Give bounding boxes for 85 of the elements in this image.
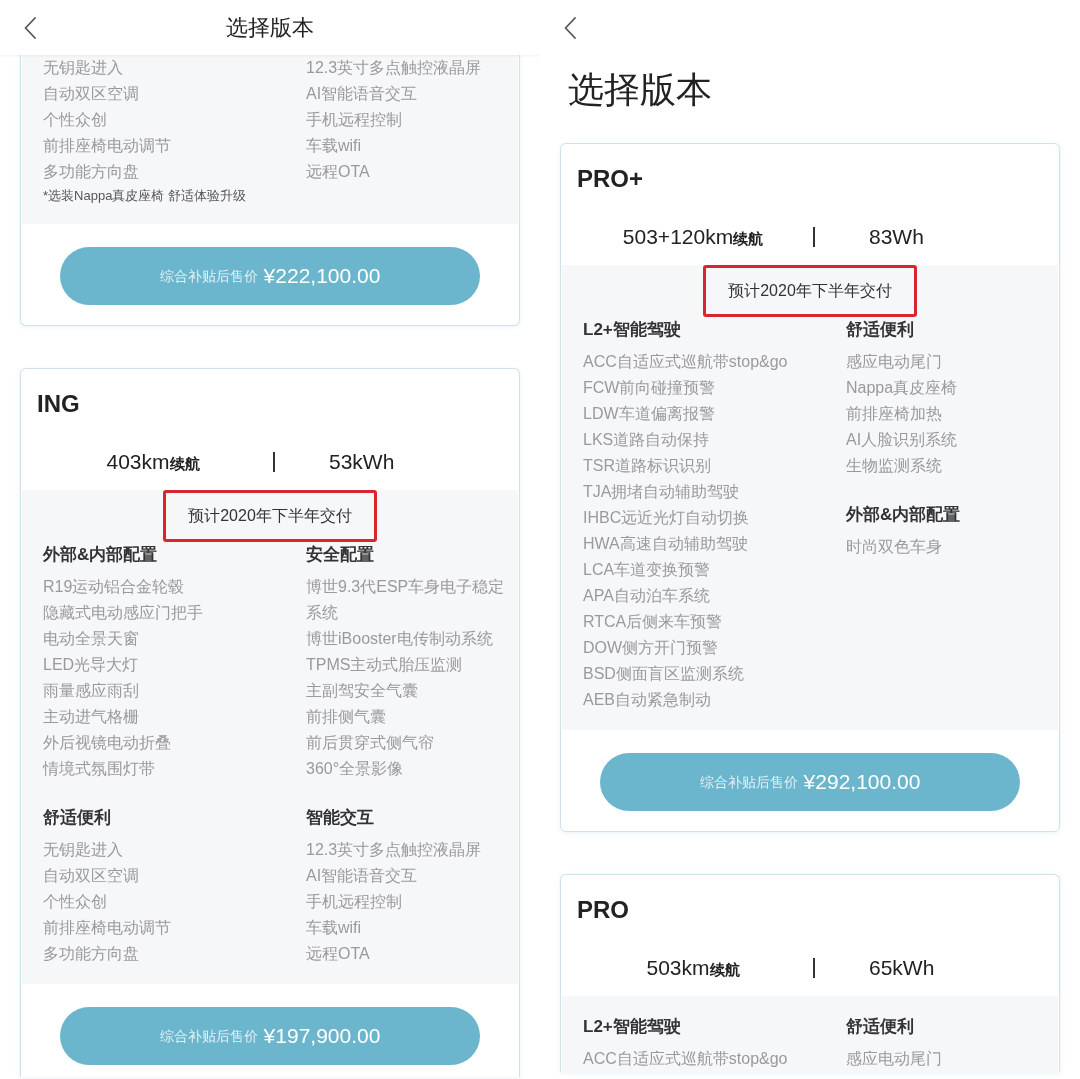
feature-item: 个性众创 <box>43 110 107 130</box>
battery-capacity: 53kWh <box>329 449 395 476</box>
feature-item: 感应电动尾门 <box>846 1049 942 1069</box>
feature-item: 无钥匙进入 <box>43 840 123 860</box>
feature-item: 车载wifi <box>306 918 362 938</box>
feature-item: FCW前向碰撞预警 <box>583 378 716 398</box>
delivery-note: 预计2020年下半年交付 <box>703 265 917 317</box>
feature-item: Nappa真皮座椅 <box>846 378 958 398</box>
feature-item: ACC自适应式巡航带stop&go <box>583 1049 788 1069</box>
feature-item: IHBC远近光灯自动切换 <box>583 508 750 528</box>
section-title: 舒适便利 <box>846 1016 914 1038</box>
section-title: 安全配置 <box>306 544 374 566</box>
feature-item: 多功能方向盘 <box>43 162 139 182</box>
feature-item: 12.3英寸多点触控液晶屏 <box>306 840 482 860</box>
feature-item: 手机远程控制 <box>306 892 402 912</box>
feature-item: 12.3英寸多点触控液晶屏 <box>306 58 482 78</box>
back-icon[interactable] <box>24 16 36 39</box>
feature-item: 前排座椅电动调节 <box>43 918 171 938</box>
version-name: PRO+ <box>577 164 644 194</box>
battery-capacity: 83Wh <box>869 224 924 251</box>
feature-item: 前排座椅电动调节 <box>43 136 171 156</box>
feature-item: 360°全景影像 <box>306 759 404 779</box>
option-note: *选装Nappa真皮座椅 舒适体验升级 <box>43 187 246 205</box>
feature-item: 主副驾安全气囊 <box>306 681 418 701</box>
feature-item: BSD侧面盲区监测系统 <box>583 664 744 684</box>
driving-range: 503+120km续航 <box>622 224 764 251</box>
feature-item: LED光导大灯 <box>43 655 139 675</box>
feature-item: LDW车道偏离报警 <box>583 404 715 424</box>
version-name: PRO <box>577 895 629 925</box>
section-title: L2+智能驾驶 <box>583 319 681 341</box>
feature-item: 多功能方向盘 <box>43 944 139 964</box>
feature-item: 外后视镜电动折叠 <box>43 733 171 753</box>
delivery-note: 预计2020年下半年交付 <box>163 490 377 542</box>
section-title: 舒适便利 <box>43 807 111 829</box>
feature-item: 主动进气格栅 <box>43 707 139 727</box>
driving-range: 503km续航 <box>646 955 740 982</box>
feature-item: 感应电动尾门 <box>846 352 942 372</box>
feature-item: APA自动泊车系统 <box>583 586 710 606</box>
section-title: L2+智能驾驶 <box>583 1016 681 1038</box>
feature-item: 远程OTA <box>306 162 370 182</box>
feature-item: LKS道路自动保持 <box>583 430 710 450</box>
page-title: 选择版本 <box>226 14 314 42</box>
feature-item: RTCA后侧来车预警 <box>583 612 723 632</box>
feature-item: TSR道路标识识别 <box>583 456 711 476</box>
price-button[interactable]: 综合补贴后售价 ¥222,100.00 <box>60 247 480 305</box>
feature-item: TJA拥堵自动辅助驾驶 <box>583 482 740 502</box>
feature-item: 无钥匙进入 <box>43 58 123 78</box>
section-title: 智能交互 <box>306 807 374 829</box>
feature-item: HWA高速自动辅助驾驶 <box>583 534 748 554</box>
feature-item: DOW侧方开门预警 <box>583 638 719 658</box>
feature-item: AI人脸识别系统 <box>846 430 958 450</box>
feature-item: 雨量感应雨刮 <box>43 681 139 701</box>
feature-item: 生物监测系统 <box>846 456 942 476</box>
price-button[interactable]: 综合补贴后售价 ¥197,900.00 <box>60 1007 480 1065</box>
feature-item: AI智能语音交互 <box>306 866 418 886</box>
section-title: 外部&内部配置 <box>846 504 961 526</box>
feature-item: 博世iBooster电传制动系统 <box>306 629 493 649</box>
feature-item: 隐藏式电动感应门把手 <box>43 603 203 623</box>
back-icon[interactable] <box>564 16 576 39</box>
page-title: 选择版本 <box>568 68 712 112</box>
feature-item: 个性众创 <box>43 892 107 912</box>
feature-item: 情境式氛围灯带 <box>43 759 155 779</box>
feature-item: 前排座椅加热 <box>846 404 942 424</box>
feature-item: 自动双区空调 <box>43 84 139 104</box>
feature-item: LCA车道变换预警 <box>583 560 711 580</box>
feature-item: 手机远程控制 <box>306 110 402 130</box>
feature-item: 前排侧气囊 <box>306 707 386 727</box>
feature-item: 远程OTA <box>306 944 370 964</box>
version-name: ING <box>37 389 80 419</box>
feature-item: 车载wifi <box>306 136 362 156</box>
feature-item: 自动双区空调 <box>43 866 139 886</box>
feature-item: TPMS主动式胎压监测 <box>306 655 463 675</box>
driving-range: 403km续航 <box>106 449 200 476</box>
feature-item: AI智能语音交互 <box>306 84 418 104</box>
feature-item: R19运动铝合金轮毂 <box>43 577 185 597</box>
battery-capacity: 65kWh <box>869 955 935 982</box>
price-button[interactable]: 综合补贴后售价 ¥292,100.00 <box>600 753 1020 811</box>
feature-item: 前后贯穿式侧气帘 <box>306 733 434 753</box>
section-title: 舒适便利 <box>846 319 914 341</box>
feature-item: 博世9.3代ESP车身电子稳定系统 <box>306 577 506 623</box>
feature-item: 时尚双色车身 <box>846 537 942 557</box>
feature-item: 电动全景天窗 <box>43 629 139 649</box>
feature-item: ACC自适应式巡航带stop&go <box>583 352 788 372</box>
feature-item: AEB自动紧急制动 <box>583 690 711 710</box>
section-title: 外部&内部配置 <box>43 544 158 566</box>
